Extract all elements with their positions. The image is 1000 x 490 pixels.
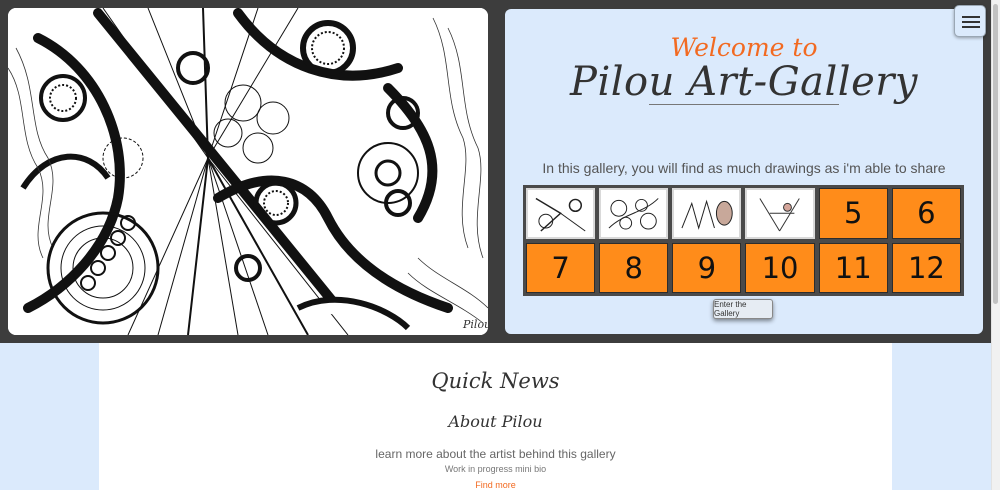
welcome-greeting: Welcome to (670, 33, 818, 62)
zentangle-drawing: Pilou (8, 8, 488, 335)
gallery-tile-11[interactable]: 11 (818, 242, 888, 293)
drawing-thumbnail (531, 193, 591, 233)
gallery-tile-9[interactable]: 9 (672, 242, 742, 293)
gallery-tile-5[interactable]: 5 (818, 188, 888, 239)
gallery-tile-4[interactable] (745, 188, 815, 239)
drawing-thumbnail (604, 193, 664, 233)
drawing-thumbnail (677, 193, 737, 233)
title-underline (649, 104, 839, 105)
menu-bar (962, 26, 980, 28)
gallery-thumbnail-grid: 5 6 7 8 9 10 11 12 (523, 185, 964, 296)
gallery-tile-10[interactable]: 10 (745, 242, 815, 293)
about-title: About Pilou (448, 412, 543, 431)
about-description: learn more about the artist behind this … (99, 447, 892, 461)
menu-bar (962, 21, 980, 23)
gallery-tile-6[interactable]: 6 (891, 188, 961, 239)
gallery-tile-1[interactable] (526, 188, 596, 239)
gallery-tile-7[interactable]: 7 (526, 242, 596, 293)
quick-news-section: Quick News About Pilou learn more about … (99, 343, 892, 490)
gallery-title: Pilou Art-Gallery (570, 59, 918, 105)
drawing-thumbnail (750, 193, 810, 233)
gallery-tile-8[interactable]: 8 (599, 242, 669, 293)
gallery-tile-2[interactable] (599, 188, 669, 239)
featured-artwork: Pilou (8, 8, 488, 335)
gallery-intro: In this gallery, you will find as much d… (542, 160, 946, 176)
find-more-link[interactable]: Find more (99, 480, 892, 490)
menu-bar (962, 16, 980, 18)
work-in-progress-note: Work in progress mini bio (444, 464, 547, 474)
learn-more-link[interactable]: earn more (378, 447, 433, 461)
quick-news-title: Quick News (431, 369, 560, 393)
about-suffix: about the artist behind this gallery (432, 447, 616, 461)
scrollbar-thumb[interactable] (993, 4, 998, 304)
welcome-panel: Welcome to Pilou Art-Gallery In this gal… (505, 9, 983, 334)
gallery-tile-3[interactable] (672, 188, 742, 239)
enter-gallery-button[interactable]: Enter the Gallery (713, 299, 773, 319)
gallery-tile-12[interactable]: 12 (891, 242, 961, 293)
hamburger-menu-icon[interactable] (954, 5, 986, 37)
svg-text:Pilou: Pilou (462, 318, 488, 331)
